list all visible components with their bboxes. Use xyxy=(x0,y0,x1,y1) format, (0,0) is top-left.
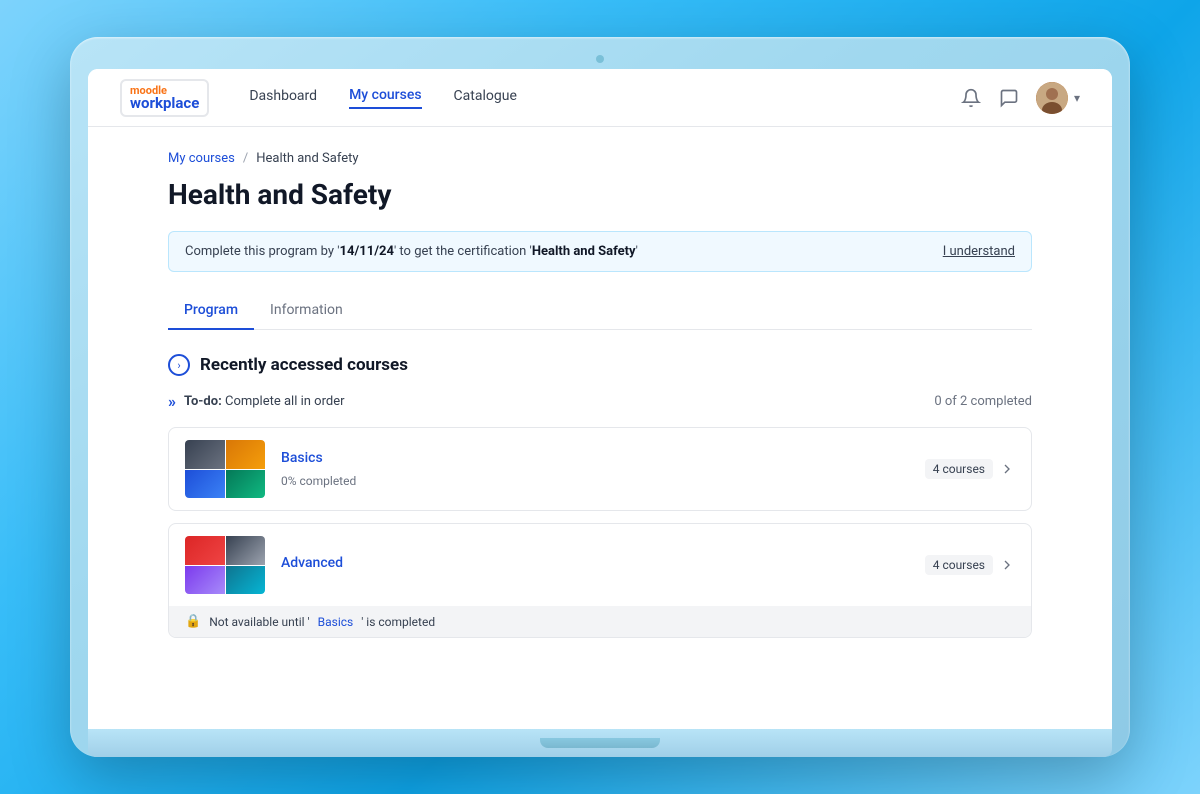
lock-message-suffix: ' is completed xyxy=(361,615,435,629)
todo-description: Complete all in order xyxy=(225,394,345,409)
lock-message-prefix: Not available until ' xyxy=(209,615,309,629)
breadcrumb-separator: / xyxy=(243,151,248,166)
course-progress-basics: 0% completed xyxy=(281,474,356,488)
screen-content: moodle workplace Dashboard My courses Ca… xyxy=(88,69,1112,729)
nav-catalogue[interactable]: Catalogue xyxy=(454,88,517,108)
tabs: Program Information xyxy=(168,292,1032,330)
recently-accessed-title: Recently accessed courses xyxy=(200,355,408,375)
thumb-cell-a2 xyxy=(226,536,266,565)
chat-icon[interactable] xyxy=(998,87,1020,109)
lock-icon: 🔒 xyxy=(185,614,201,629)
user-avatar-menu[interactable]: ▾ xyxy=(1036,82,1080,114)
course-info-basics: Basics 0% completed xyxy=(281,450,909,489)
laptop-camera xyxy=(596,55,604,63)
breadcrumb-parent[interactable]: My courses xyxy=(168,151,235,166)
tab-information[interactable]: Information xyxy=(254,292,359,330)
lock-prerequisite-link[interactable]: Basics xyxy=(318,615,354,629)
thumb-cell-4 xyxy=(226,470,266,499)
laptop-screen: moodle workplace Dashboard My courses Ca… xyxy=(88,69,1112,729)
courses-count-advanced[interactable]: 4 courses xyxy=(925,555,1015,575)
todo-left: » To-do: Complete all in order xyxy=(168,392,345,411)
laptop-base-notch xyxy=(540,738,660,748)
logo-workplace-text: workplace xyxy=(130,96,199,111)
nav-dashboard[interactable]: Dashboard xyxy=(249,88,317,108)
todo-label: To-do: Complete all in order xyxy=(184,394,345,409)
avatar-chevron-icon: ▾ xyxy=(1074,91,1080,105)
laptop-frame: moodle workplace Dashboard My courses Ca… xyxy=(70,37,1130,757)
laptop-base xyxy=(88,729,1112,757)
course-info-advanced: Advanced xyxy=(281,555,909,575)
thumb-cell-a1 xyxy=(185,536,225,565)
course-card-main-basics: Basics 0% completed 4 courses xyxy=(169,428,1031,510)
cert-date: 14/11/24 xyxy=(340,244,394,259)
course-card-basics: Basics 0% completed 4 courses xyxy=(168,427,1032,511)
course-locked-bar: 🔒 Not available until ' Basics ' is comple… xyxy=(169,606,1031,637)
cert-text: Complete this program by '14/11/24' to g… xyxy=(185,244,638,259)
course-card-advanced: Advanced 4 courses 🔒 Not available until… xyxy=(168,523,1032,638)
course-thumbnail-basics xyxy=(185,440,265,498)
nav-links: Dashboard My courses Catalogue xyxy=(249,87,960,109)
understand-button[interactable]: I understand xyxy=(943,244,1015,259)
bell-icon[interactable] xyxy=(960,87,982,109)
thumb-cell-a4 xyxy=(226,566,266,595)
todo-progress: 0 of 2 completed xyxy=(934,394,1032,409)
logo: moodle workplace xyxy=(120,79,209,117)
cert-suffix: ' xyxy=(636,244,638,259)
tab-program[interactable]: Program xyxy=(168,292,254,330)
course-thumbnail-advanced xyxy=(185,536,265,594)
recently-accessed-header: › Recently accessed courses xyxy=(168,354,1032,376)
nav-right: ▾ xyxy=(960,82,1080,114)
cert-prefix: Complete this program by ' xyxy=(185,244,340,259)
certification-banner: Complete this program by '14/11/24' to g… xyxy=(168,231,1032,272)
avatar xyxy=(1036,82,1068,114)
cert-middle: ' to get the certification ' xyxy=(394,244,532,259)
thumb-cell-3 xyxy=(185,470,225,499)
breadcrumb: My courses / Health and Safety xyxy=(168,151,1032,166)
page-title: Health and Safety xyxy=(168,178,1032,211)
todo-chevron-icon: » xyxy=(168,392,176,411)
thumb-cell-1 xyxy=(185,440,225,469)
nav-bar: moodle workplace Dashboard My courses Ca… xyxy=(88,69,1112,127)
count-badge-advanced: 4 courses xyxy=(925,555,993,575)
course-name-basics[interactable]: Basics xyxy=(281,450,909,466)
todo-row: » To-do: Complete all in order 0 of 2 co… xyxy=(168,392,1032,411)
expand-icon[interactable]: › xyxy=(168,354,190,376)
course-name-advanced[interactable]: Advanced xyxy=(281,555,909,571)
cert-name: Health and Safety xyxy=(532,244,636,259)
thumb-cell-a3 xyxy=(185,566,225,595)
todo-strong: To-do: xyxy=(184,394,222,409)
nav-my-courses[interactable]: My courses xyxy=(349,87,421,109)
breadcrumb-current: Health and Safety xyxy=(256,151,358,166)
course-card-main-advanced: Advanced 4 courses xyxy=(169,524,1031,606)
main-content: My courses / Health and Safety Health an… xyxy=(88,127,1112,729)
count-badge-basics: 4 courses xyxy=(925,459,993,479)
courses-count-basics[interactable]: 4 courses xyxy=(925,459,1015,479)
thumb-cell-2 xyxy=(226,440,266,469)
